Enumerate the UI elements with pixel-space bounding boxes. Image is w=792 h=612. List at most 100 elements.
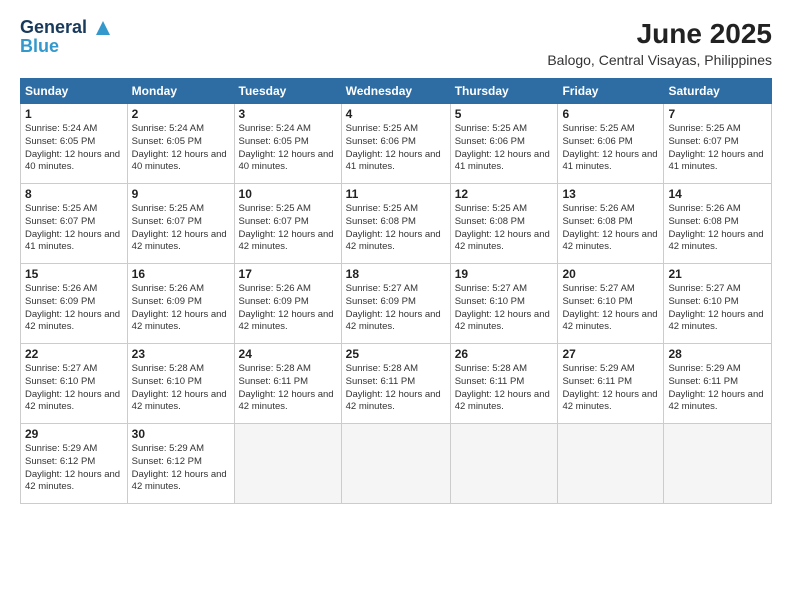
day-number: 15 bbox=[25, 267, 123, 281]
day-info: Sunrise: 5:27 AM Sunset: 6:10 PM Dayligh… bbox=[25, 363, 123, 414]
calendar-week-row: 29 Sunrise: 5:29 AM Sunset: 6:12 PM Dayl… bbox=[21, 424, 772, 504]
calendar-cell: 11 Sunrise: 5:25 AM Sunset: 6:08 PM Dayl… bbox=[341, 184, 450, 264]
day-info: Sunrise: 5:26 AM Sunset: 6:09 PM Dayligh… bbox=[239, 283, 337, 334]
calendar-title: June 2025 bbox=[547, 18, 772, 50]
calendar-header-row: SundayMondayTuesdayWednesdayThursdayFrid… bbox=[21, 79, 772, 104]
calendar-cell: 17 Sunrise: 5:26 AM Sunset: 6:09 PM Dayl… bbox=[234, 264, 341, 344]
header: General Blue June 2025 Balogo, Central V… bbox=[20, 18, 772, 68]
calendar-cell: 15 Sunrise: 5:26 AM Sunset: 6:09 PM Dayl… bbox=[21, 264, 128, 344]
day-info: Sunrise: 5:26 AM Sunset: 6:08 PM Dayligh… bbox=[668, 203, 767, 254]
day-info: Sunrise: 5:25 AM Sunset: 6:07 PM Dayligh… bbox=[239, 203, 337, 254]
calendar-cell: 18 Sunrise: 5:27 AM Sunset: 6:09 PM Dayl… bbox=[341, 264, 450, 344]
day-number: 29 bbox=[25, 427, 123, 441]
day-number: 22 bbox=[25, 347, 123, 361]
calendar-cell: 20 Sunrise: 5:27 AM Sunset: 6:10 PM Dayl… bbox=[558, 264, 664, 344]
day-info: Sunrise: 5:28 AM Sunset: 6:11 PM Dayligh… bbox=[346, 363, 446, 414]
calendar-cell: 24 Sunrise: 5:28 AM Sunset: 6:11 PM Dayl… bbox=[234, 344, 341, 424]
weekday-header: Sunday bbox=[21, 79, 128, 104]
calendar-cell: 27 Sunrise: 5:29 AM Sunset: 6:11 PM Dayl… bbox=[558, 344, 664, 424]
calendar-cell: 6 Sunrise: 5:25 AM Sunset: 6:06 PM Dayli… bbox=[558, 104, 664, 184]
calendar-cell: 16 Sunrise: 5:26 AM Sunset: 6:09 PM Dayl… bbox=[127, 264, 234, 344]
day-number: 26 bbox=[455, 347, 554, 361]
calendar-cell: 19 Sunrise: 5:27 AM Sunset: 6:10 PM Dayl… bbox=[450, 264, 558, 344]
day-info: Sunrise: 5:25 AM Sunset: 6:08 PM Dayligh… bbox=[455, 203, 554, 254]
logo: General Blue bbox=[20, 18, 112, 57]
day-info: Sunrise: 5:25 AM Sunset: 6:07 PM Dayligh… bbox=[668, 123, 767, 174]
day-info: Sunrise: 5:25 AM Sunset: 6:06 PM Dayligh… bbox=[562, 123, 659, 174]
calendar-cell: 7 Sunrise: 5:25 AM Sunset: 6:07 PM Dayli… bbox=[664, 104, 772, 184]
day-info: Sunrise: 5:29 AM Sunset: 6:11 PM Dayligh… bbox=[562, 363, 659, 414]
day-info: Sunrise: 5:28 AM Sunset: 6:11 PM Dayligh… bbox=[455, 363, 554, 414]
day-number: 16 bbox=[132, 267, 230, 281]
day-number: 9 bbox=[132, 187, 230, 201]
calendar-cell: 14 Sunrise: 5:26 AM Sunset: 6:08 PM Dayl… bbox=[664, 184, 772, 264]
calendar-cell: 29 Sunrise: 5:29 AM Sunset: 6:12 PM Dayl… bbox=[21, 424, 128, 504]
weekday-header: Thursday bbox=[450, 79, 558, 104]
day-info: Sunrise: 5:25 AM Sunset: 6:07 PM Dayligh… bbox=[25, 203, 123, 254]
calendar-cell: 23 Sunrise: 5:28 AM Sunset: 6:10 PM Dayl… bbox=[127, 344, 234, 424]
day-info: Sunrise: 5:24 AM Sunset: 6:05 PM Dayligh… bbox=[132, 123, 230, 174]
day-info: Sunrise: 5:27 AM Sunset: 6:10 PM Dayligh… bbox=[455, 283, 554, 334]
calendar-cell: 10 Sunrise: 5:25 AM Sunset: 6:07 PM Dayl… bbox=[234, 184, 341, 264]
day-info: Sunrise: 5:25 AM Sunset: 6:06 PM Dayligh… bbox=[346, 123, 446, 174]
logo-blue: Blue bbox=[20, 36, 59, 57]
day-info: Sunrise: 5:24 AM Sunset: 6:05 PM Dayligh… bbox=[25, 123, 123, 174]
calendar-cell: 13 Sunrise: 5:26 AM Sunset: 6:08 PM Dayl… bbox=[558, 184, 664, 264]
calendar-cell: 25 Sunrise: 5:28 AM Sunset: 6:11 PM Dayl… bbox=[341, 344, 450, 424]
calendar-cell: 2 Sunrise: 5:24 AM Sunset: 6:05 PM Dayli… bbox=[127, 104, 234, 184]
day-number: 4 bbox=[346, 107, 446, 121]
calendar-cell: 28 Sunrise: 5:29 AM Sunset: 6:11 PM Dayl… bbox=[664, 344, 772, 424]
calendar-cell: 21 Sunrise: 5:27 AM Sunset: 6:10 PM Dayl… bbox=[664, 264, 772, 344]
day-number: 3 bbox=[239, 107, 337, 121]
day-number: 18 bbox=[346, 267, 446, 281]
calendar-week-row: 8 Sunrise: 5:25 AM Sunset: 6:07 PM Dayli… bbox=[21, 184, 772, 264]
weekday-header: Wednesday bbox=[341, 79, 450, 104]
day-number: 5 bbox=[455, 107, 554, 121]
calendar-cell: 8 Sunrise: 5:25 AM Sunset: 6:07 PM Dayli… bbox=[21, 184, 128, 264]
day-number: 20 bbox=[562, 267, 659, 281]
day-number: 11 bbox=[346, 187, 446, 201]
calendar-cell bbox=[450, 424, 558, 504]
calendar-cell: 22 Sunrise: 5:27 AM Sunset: 6:10 PM Dayl… bbox=[21, 344, 128, 424]
day-info: Sunrise: 5:25 AM Sunset: 6:07 PM Dayligh… bbox=[132, 203, 230, 254]
calendar-cell bbox=[341, 424, 450, 504]
day-number: 2 bbox=[132, 107, 230, 121]
calendar-week-row: 1 Sunrise: 5:24 AM Sunset: 6:05 PM Dayli… bbox=[21, 104, 772, 184]
day-number: 12 bbox=[455, 187, 554, 201]
day-info: Sunrise: 5:25 AM Sunset: 6:08 PM Dayligh… bbox=[346, 203, 446, 254]
day-info: Sunrise: 5:25 AM Sunset: 6:06 PM Dayligh… bbox=[455, 123, 554, 174]
calendar-cell bbox=[664, 424, 772, 504]
day-info: Sunrise: 5:26 AM Sunset: 6:09 PM Dayligh… bbox=[25, 283, 123, 334]
calendar-cell: 5 Sunrise: 5:25 AM Sunset: 6:06 PM Dayli… bbox=[450, 104, 558, 184]
page: General Blue June 2025 Balogo, Central V… bbox=[0, 0, 792, 612]
day-info: Sunrise: 5:29 AM Sunset: 6:12 PM Dayligh… bbox=[132, 443, 230, 494]
weekday-header: Saturday bbox=[664, 79, 772, 104]
weekday-header: Friday bbox=[558, 79, 664, 104]
day-number: 28 bbox=[668, 347, 767, 361]
weekday-header: Tuesday bbox=[234, 79, 341, 104]
day-number: 8 bbox=[25, 187, 123, 201]
calendar-cell: 26 Sunrise: 5:28 AM Sunset: 6:11 PM Dayl… bbox=[450, 344, 558, 424]
day-info: Sunrise: 5:29 AM Sunset: 6:12 PM Dayligh… bbox=[25, 443, 123, 494]
day-info: Sunrise: 5:27 AM Sunset: 6:10 PM Dayligh… bbox=[668, 283, 767, 334]
day-number: 24 bbox=[239, 347, 337, 361]
logo-icon bbox=[94, 19, 112, 37]
title-block: June 2025 Balogo, Central Visayas, Phili… bbox=[547, 18, 772, 68]
calendar-cell: 4 Sunrise: 5:25 AM Sunset: 6:06 PM Dayli… bbox=[341, 104, 450, 184]
day-info: Sunrise: 5:28 AM Sunset: 6:11 PM Dayligh… bbox=[239, 363, 337, 414]
calendar-cell: 1 Sunrise: 5:24 AM Sunset: 6:05 PM Dayli… bbox=[21, 104, 128, 184]
calendar-subtitle: Balogo, Central Visayas, Philippines bbox=[547, 52, 772, 68]
day-number: 6 bbox=[562, 107, 659, 121]
calendar-cell bbox=[558, 424, 664, 504]
day-number: 19 bbox=[455, 267, 554, 281]
day-number: 10 bbox=[239, 187, 337, 201]
day-number: 14 bbox=[668, 187, 767, 201]
day-number: 27 bbox=[562, 347, 659, 361]
day-number: 1 bbox=[25, 107, 123, 121]
day-number: 17 bbox=[239, 267, 337, 281]
day-number: 23 bbox=[132, 347, 230, 361]
calendar-week-row: 22 Sunrise: 5:27 AM Sunset: 6:10 PM Dayl… bbox=[21, 344, 772, 424]
day-info: Sunrise: 5:28 AM Sunset: 6:10 PM Dayligh… bbox=[132, 363, 230, 414]
calendar-cell: 12 Sunrise: 5:25 AM Sunset: 6:08 PM Dayl… bbox=[450, 184, 558, 264]
day-info: Sunrise: 5:27 AM Sunset: 6:10 PM Dayligh… bbox=[562, 283, 659, 334]
